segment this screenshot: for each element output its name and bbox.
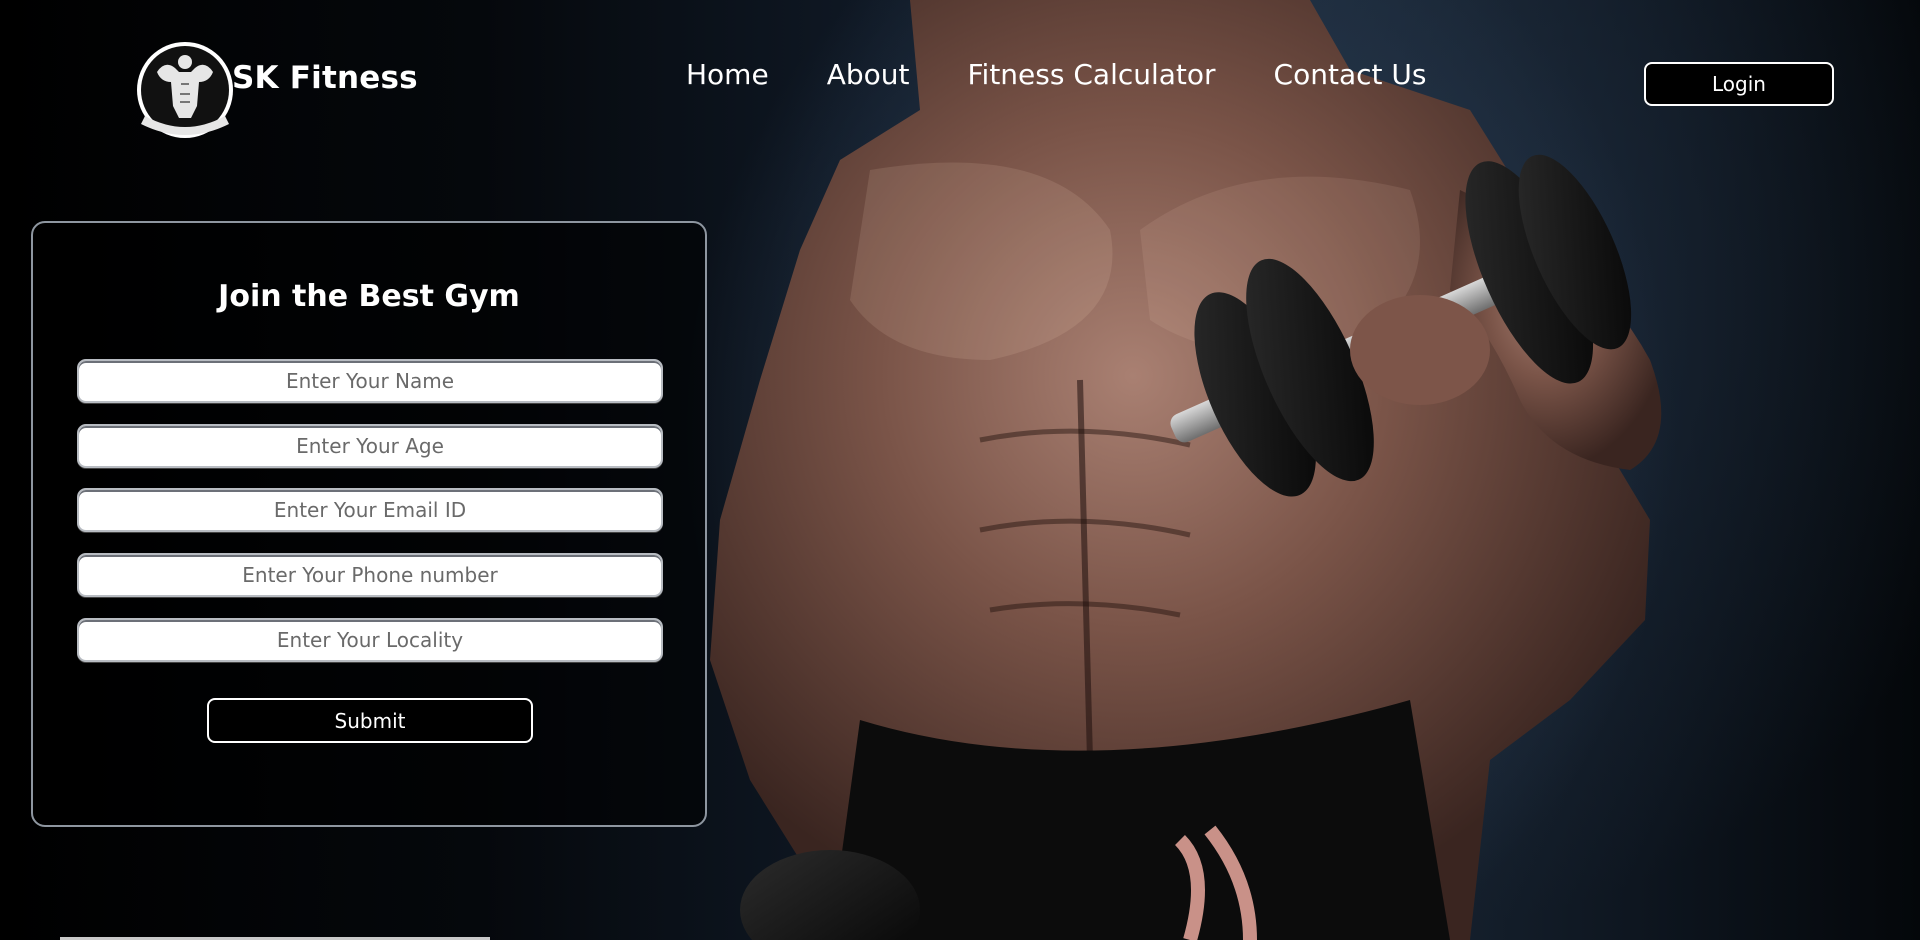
join-form-card: Join the Best Gym Submit: [31, 221, 707, 827]
nav-contact-us[interactable]: Contact Us: [1274, 58, 1427, 91]
bodybuilder-logo-icon[interactable]: [135, 38, 233, 142]
brand-name[interactable]: SK Fitness: [232, 60, 418, 96]
locality-input[interactable]: [77, 618, 663, 662]
login-button[interactable]: Login: [1644, 62, 1834, 106]
phone-input[interactable]: [77, 553, 663, 597]
main-nav: Home About Fitness Calculator Contact Us: [686, 58, 1484, 91]
nav-fitness-calculator[interactable]: Fitness Calculator: [967, 58, 1215, 91]
page: SK Fitness Home About Fitness Calculator…: [0, 0, 1920, 940]
submit-button[interactable]: Submit: [207, 698, 533, 743]
email-input[interactable]: [77, 488, 663, 532]
nav-about[interactable]: About: [827, 58, 910, 91]
nav-home[interactable]: Home: [686, 58, 769, 91]
name-input[interactable]: [77, 359, 663, 403]
age-input[interactable]: [77, 424, 663, 468]
form-title: Join the Best Gym: [218, 279, 520, 314]
site-header: SK Fitness Home About Fitness Calculator…: [0, 0, 1920, 170]
